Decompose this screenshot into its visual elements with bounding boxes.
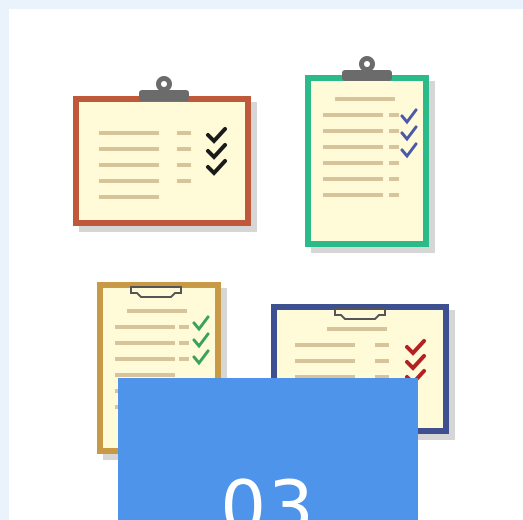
content-card: 03 bbox=[9, 9, 523, 520]
number-badge: 03 bbox=[118, 378, 418, 520]
badge-number: 03 bbox=[220, 465, 316, 520]
clipboard-green-icon bbox=[305, 56, 435, 253]
clipboard-red-icon bbox=[73, 76, 257, 232]
